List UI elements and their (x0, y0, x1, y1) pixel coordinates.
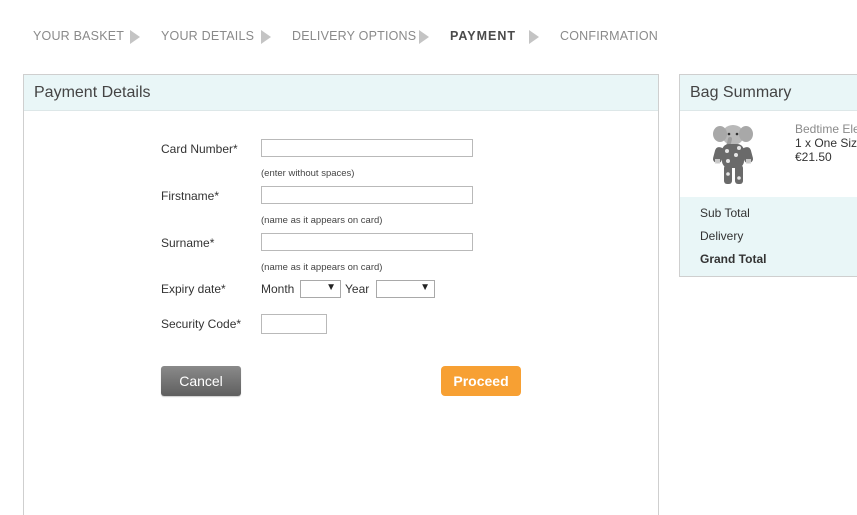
step-arrow-icon (419, 30, 429, 44)
totals-section: Sub Total Delivery Grand Total (680, 197, 857, 276)
product-name-link[interactable]: Bedtime Ele (795, 122, 857, 136)
proceed-button[interactable]: Proceed (441, 366, 521, 396)
firstname-hint: (name as it appears on card) (261, 215, 383, 226)
chevron-down-icon: ▼ (420, 282, 430, 293)
surname-hint: (name as it appears on card) (261, 262, 383, 273)
step-arrow-icon (130, 30, 140, 44)
step-delivery-options[interactable]: DELIVERY OPTIONS (292, 29, 416, 43)
bag-header: Bag Summary (680, 75, 857, 111)
firstname-label: Firstname* (161, 189, 220, 203)
step-payment: PAYMENT (450, 29, 517, 43)
product-quantity: 1 x One Size (795, 136, 857, 150)
firstname-input[interactable] (261, 186, 473, 204)
card-number-hint: (enter without spaces) (261, 168, 355, 179)
chevron-down-icon: ▼ (326, 282, 336, 293)
sub-total-label: Sub Total (700, 206, 750, 220)
step-your-details[interactable]: YOUR DETAILS (161, 29, 254, 43)
year-select[interactable]: ▼ (376, 280, 435, 298)
step-arrow-icon (529, 30, 539, 44)
grand-total-label: Grand Total (700, 252, 767, 266)
step-arrow-icon (261, 30, 271, 44)
month-select[interactable]: ▼ (300, 280, 341, 298)
product-image[interactable] (708, 121, 758, 189)
bag-title: Bag Summary (690, 84, 792, 101)
month-label: Month (261, 282, 295, 296)
step-your-basket[interactable]: YOUR BASKET (33, 29, 124, 43)
card-number-input[interactable] (261, 139, 473, 157)
surname-label: Surname* (161, 236, 215, 250)
panel-title: Payment Details (34, 84, 151, 101)
product-price: €21.50 (795, 150, 832, 164)
bag-summary-panel: Bag Summary Bedtime Ele 1 x One Size €21… (679, 74, 857, 277)
step-confirmation: CONFIRMATION (560, 29, 658, 43)
payment-details-panel: Payment Details Card Number* (enter with… (23, 74, 659, 515)
panel-header: Payment Details (24, 75, 658, 111)
expiry-date-label: Expiry date* (161, 282, 226, 296)
surname-input[interactable] (261, 233, 473, 251)
security-code-label: Security Code* (161, 317, 242, 331)
year-label: Year (345, 282, 370, 296)
delivery-label: Delivery (700, 229, 744, 243)
cancel-button[interactable]: Cancel (161, 366, 241, 396)
card-number-label: Card Number* (161, 142, 238, 156)
security-code-input[interactable] (261, 314, 327, 334)
